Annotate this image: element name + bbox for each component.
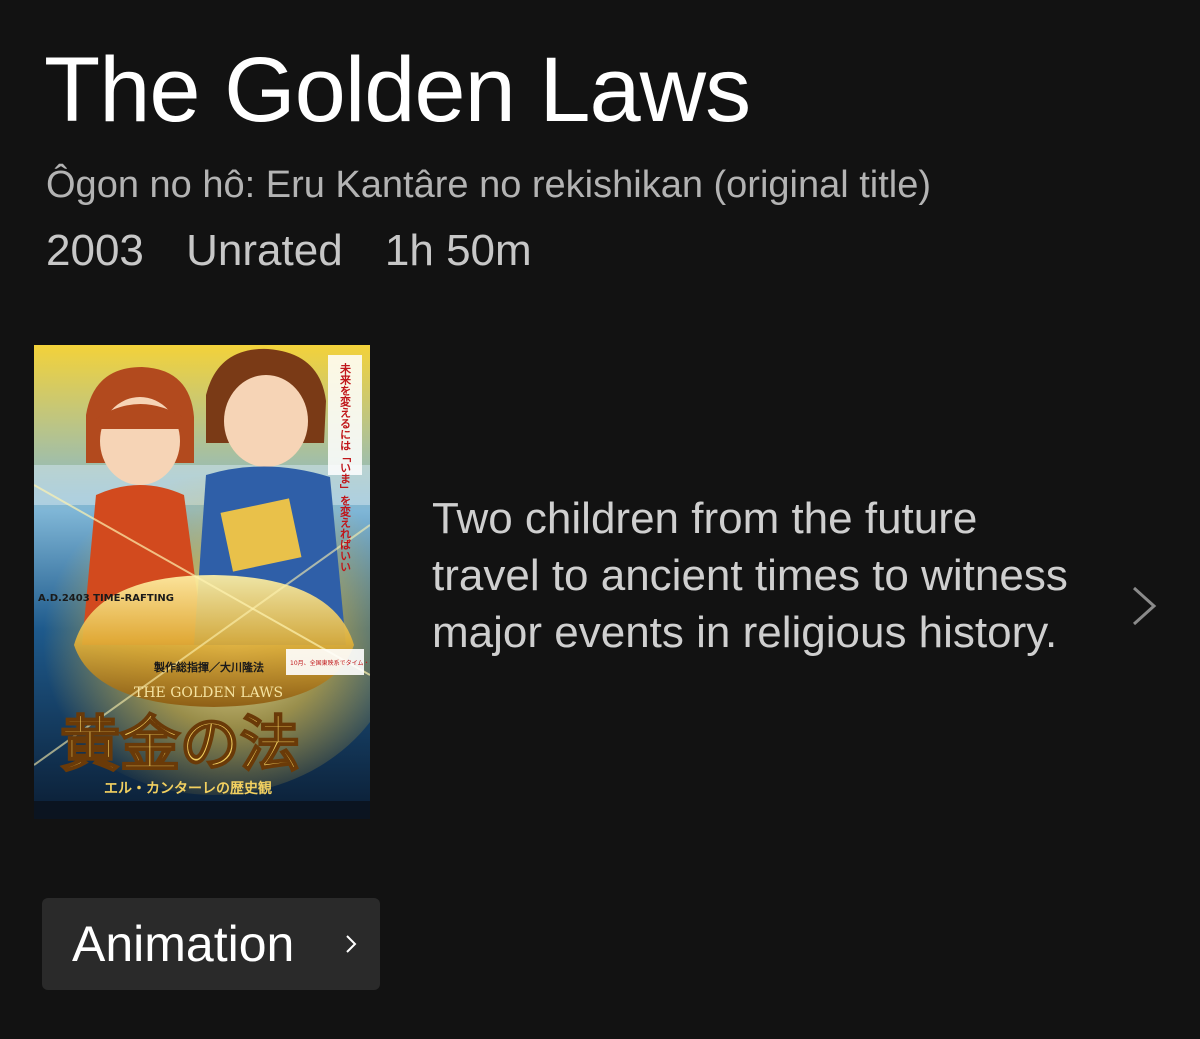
boy-face	[224, 375, 308, 467]
runtime: 1h 50m	[384, 226, 532, 275]
page-title: The Golden Laws	[44, 39, 751, 141]
poster-credit: 製作総指揮／大川隆法	[153, 660, 264, 674]
poster-release-badge: 10月、全国東映系でタイム・ラフティング開始!	[290, 659, 370, 667]
poster-japanese-title: 黄金の法	[60, 710, 300, 780]
poster-tagline: 未来を変えるには「いま」を変えればいい	[339, 362, 353, 572]
poster-time-rafting: A.D.2403 TIME-RAFTING	[38, 593, 174, 604]
content-rating: Unrated	[186, 226, 343, 275]
poster-english-logo: THE GOLDEN LAWS	[134, 685, 283, 701]
chevron-right-icon	[344, 932, 358, 956]
release-year: 2003	[46, 226, 144, 275]
genre-chip-animation[interactable]: Animation	[42, 898, 380, 990]
chevron-right-icon	[1130, 584, 1158, 628]
title-metadata: 2003 Unrated 1h 50m	[46, 226, 562, 276]
genre-label: Animation	[72, 916, 295, 972]
plot-summary-link[interactable]: Two children from the future travel to a…	[432, 490, 1172, 720]
original-title: Ôgon no hô: Eru Kantâre no rekishikan (o…	[46, 164, 932, 206]
plot-summary: Two children from the future travel to a…	[432, 494, 1068, 657]
movie-poster[interactable]: 未来を変えるには「いま」を変えればいい A.D.2403 TIME-RAFTIN…	[34, 345, 370, 819]
poster-japanese-subtitle: エル・カンターレの歴史観	[104, 780, 272, 797]
